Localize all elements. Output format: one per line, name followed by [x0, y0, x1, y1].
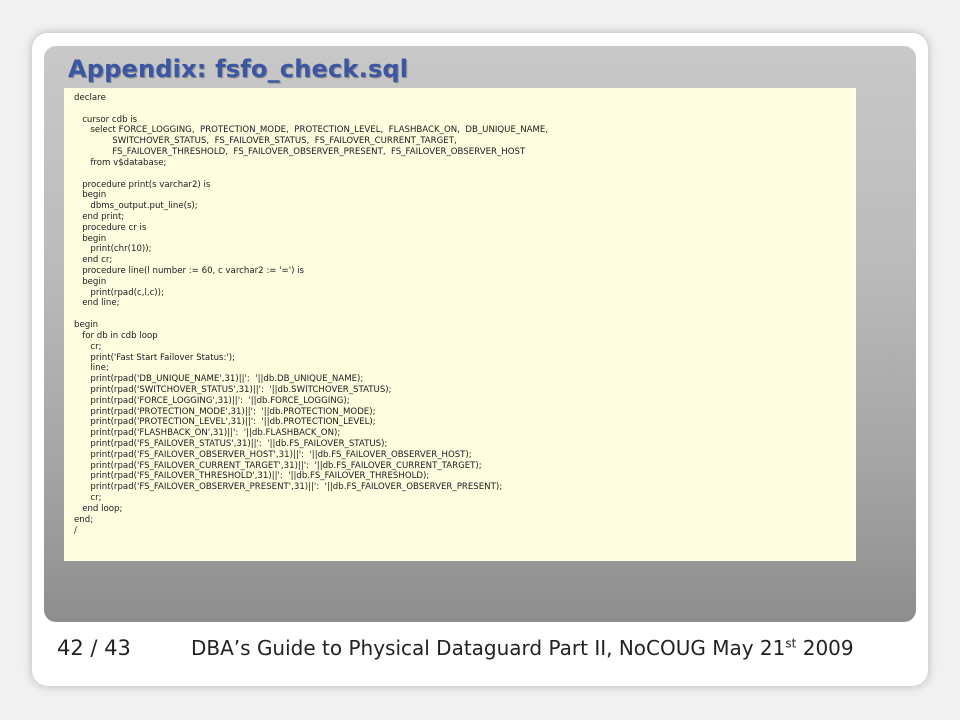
footer-caption-text: DBA’s Guide to Physical Dataguard Part I… — [191, 636, 786, 660]
code-line: print(chr(10)); — [74, 244, 152, 255]
code-line: end cr; — [74, 255, 113, 266]
code-line: print(rpad('FS_FAILOVER_CURRENT_TARGET',… — [74, 460, 482, 471]
code-line: cr; — [74, 341, 102, 352]
code-line: end; — [74, 514, 94, 525]
code-line: print('Fast Start Failover Status:'); — [74, 352, 236, 363]
footer-caption-year: 2009 — [796, 636, 854, 660]
footer-caption-superscript: st — [785, 636, 797, 651]
code-line: end print; — [74, 211, 125, 222]
footer-caption: DBA’s Guide to Physical Dataguard Part I… — [191, 636, 854, 660]
code-line: begin — [74, 190, 107, 201]
code-line: print(rpad('FS_FAILOVER_OBSERVER_HOST',3… — [74, 449, 472, 460]
code-line: print(rpad('FS_FAILOVER_STATUS',31)||': … — [74, 439, 388, 449]
code-line: end loop; — [74, 503, 123, 514]
code-line: print(rpad(c,l,c)); — [74, 287, 164, 298]
page-number: 42 / 43 — [57, 636, 131, 660]
code-line: procedure line(l number := 60, c varchar… — [74, 266, 305, 276]
code-line: print(rpad('FORCE_LOGGING',31)||': '||db… — [74, 395, 350, 406]
code-line: print(rpad('FS_FAILOVER_OBSERVER_PRESENT… — [74, 482, 503, 493]
code-line: print(rpad('FLASHBACK_ON',31)||': '||db.… — [74, 428, 341, 439]
slide-title: Appendix: fsfo_check.sql — [68, 55, 409, 83]
code-line: print(rpad('FS_FAILOVER_THRESHOLD',31)||… — [74, 471, 430, 482]
code-line: dbms_output.put_line(s); — [74, 201, 198, 212]
code-line: procedure print(s varchar2) is — [74, 179, 211, 190]
code-line: cr; — [74, 493, 102, 504]
code-line: begin — [74, 276, 107, 287]
code-line: print(rpad('PROTECTION_LEVEL',31)||': '|… — [74, 417, 376, 428]
code-line: begin — [74, 233, 107, 244]
code-line: end line; — [74, 298, 120, 309]
code-line: SWITCHOVER_STATUS, FS_FAILOVER_STATUS, F… — [74, 136, 457, 147]
code-line: print(rpad('SWITCHOVER_STATUS',31)||': '… — [74, 384, 392, 395]
code-line: / — [74, 525, 77, 536]
code-line: line; — [74, 363, 109, 374]
code-line: procedure cr is — [74, 222, 147, 233]
code-line: print(rpad('PROTECTION_MODE',31)||': '||… — [74, 406, 376, 417]
sql-code-block: declare cursor cdb is select FORCE_LOGGI… — [74, 93, 548, 536]
code-line: from v$database; — [74, 157, 167, 168]
code-line: begin — [74, 320, 99, 331]
code-line: for db in cdb loop — [74, 330, 158, 341]
code-line: declare — [74, 93, 106, 103]
code-line: FS_FAILOVER_THRESHOLD, FS_FAILOVER_OBSER… — [74, 147, 526, 158]
code-line: cursor cdb is — [74, 114, 138, 125]
code-box: declare cursor cdb is select FORCE_LOGGI… — [64, 88, 856, 561]
code-line: select FORCE_LOGGING, PROTECTION_MODE, P… — [74, 125, 549, 136]
code-line: print(rpad('DB_UNIQUE_NAME',31)||': '||d… — [74, 374, 364, 385]
